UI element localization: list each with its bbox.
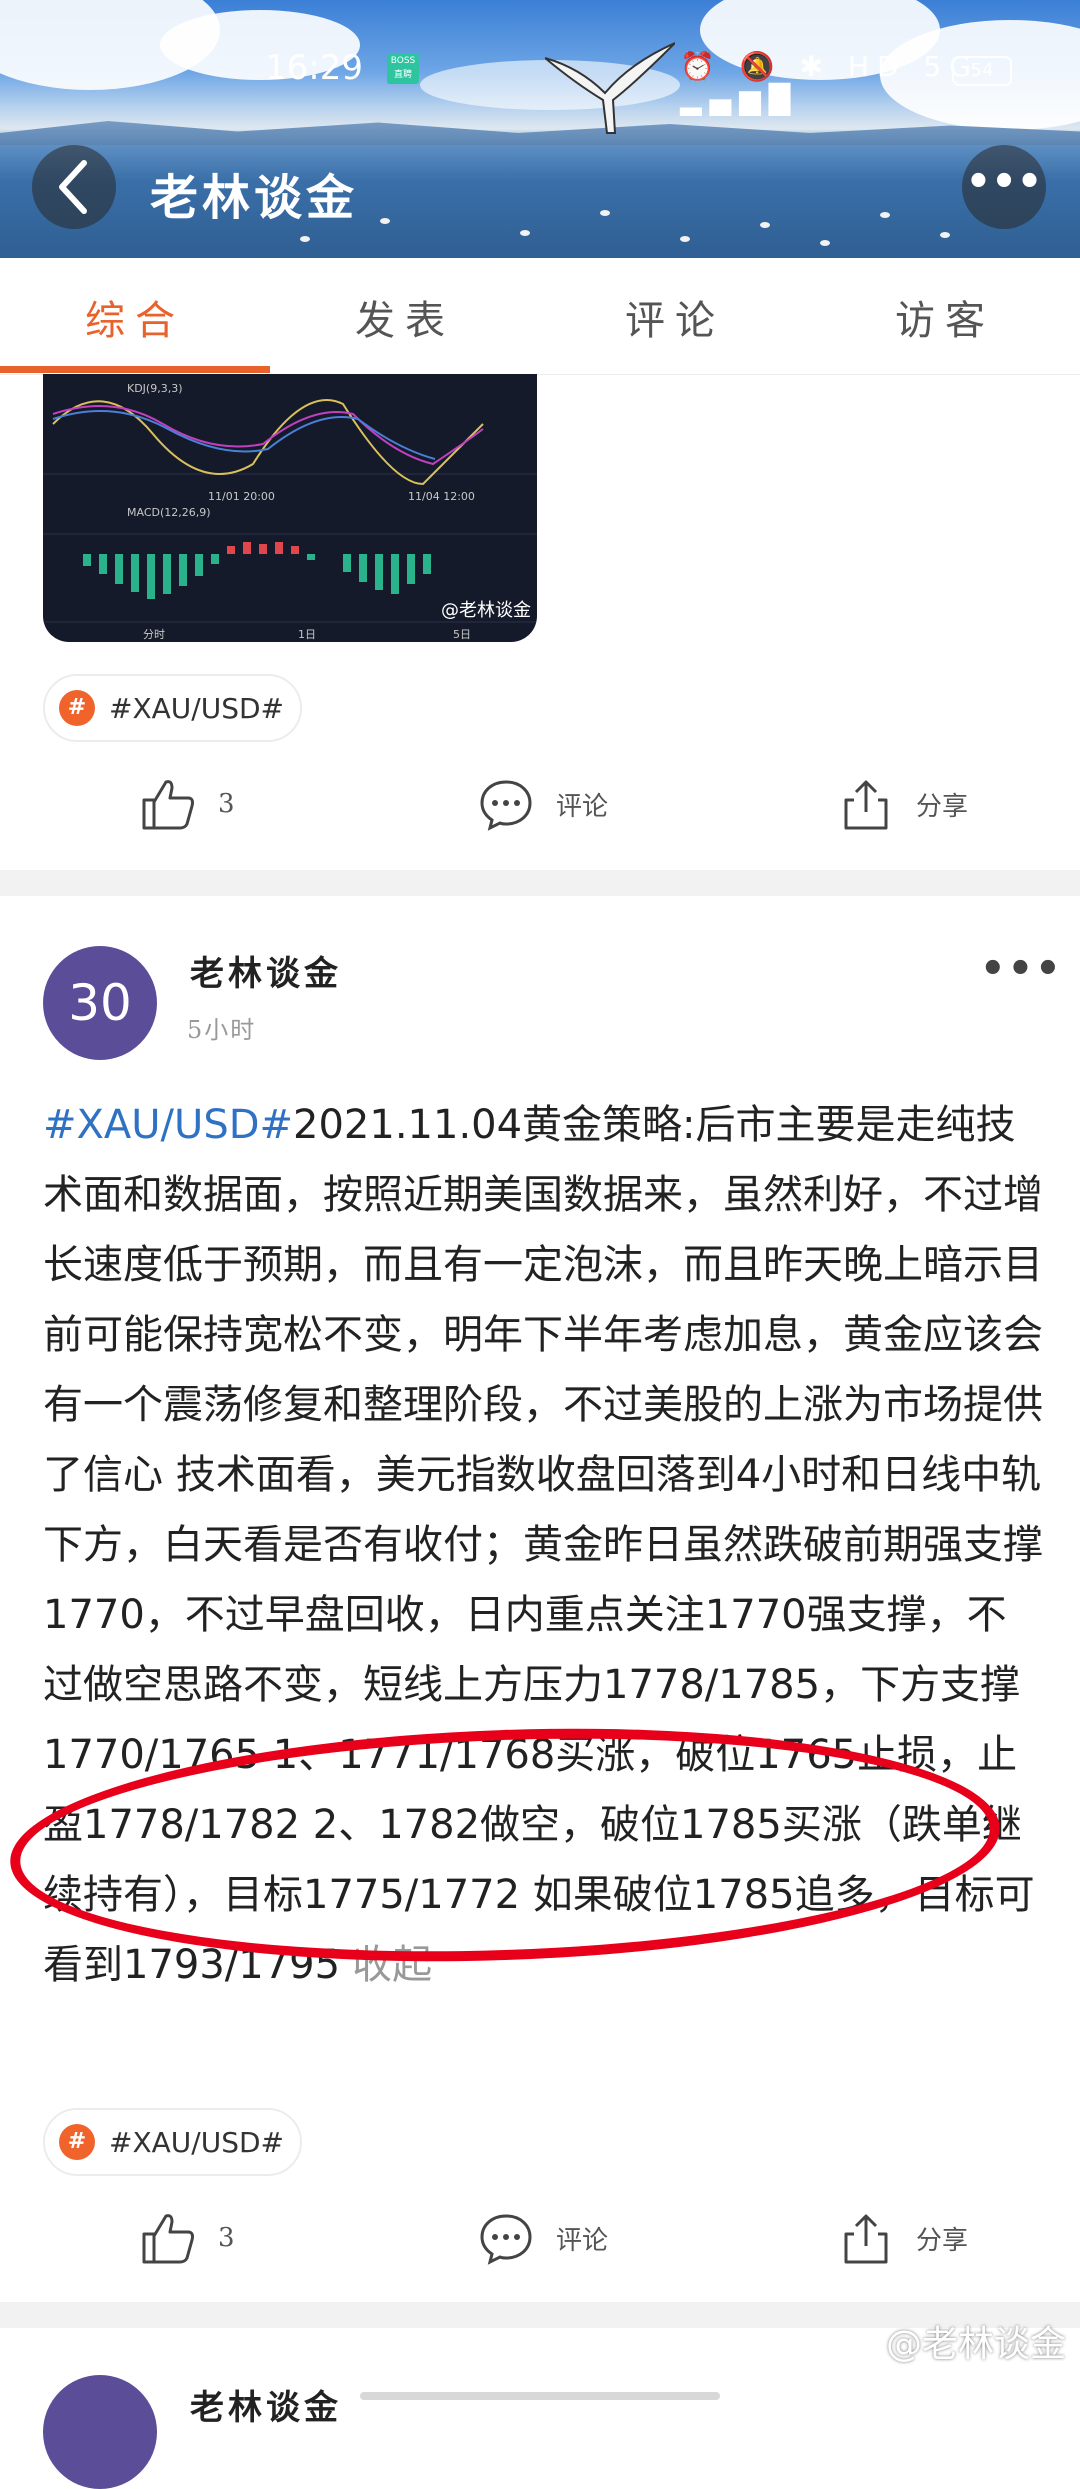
topic-tag[interactable]: # #XAU/USD# <box>43 674 303 742</box>
topic-tag-label: #XAU/USD# <box>109 691 285 725</box>
comment-label: 评论 <box>556 791 609 822</box>
share-button[interactable]: 分享 <box>838 2198 968 2278</box>
share-icon <box>844 2214 888 2264</box>
page-title: 老林谈金 <box>150 170 359 226</box>
like-count: 3 <box>218 789 235 819</box>
like-button[interactable]: 3 <box>140 2198 235 2278</box>
share-button[interactable]: 分享 <box>838 764 968 844</box>
status-time: 16:29 <box>265 48 363 88</box>
more-dots-icon: ••• <box>965 159 1043 205</box>
post-body: #XAU/USD#2021.11.04黄金策略:后市主要是走纯技术面和数据面，按… <box>43 1090 1043 2000</box>
tab-visitors[interactable]: 访客 <box>810 288 1080 346</box>
page-watermark: @老林谈金 <box>885 2324 1066 2365</box>
tab-bar: 综合 发表 评论 访客 <box>0 258 1080 375</box>
thumbs-up-icon <box>142 2214 194 2264</box>
share-label: 分享 <box>916 791 969 822</box>
comment-icon <box>480 780 532 831</box>
chart-tab-1d: 1日 <box>298 628 316 641</box>
status-bar: 16:29 BOSS 直聘 ⏰ 🔕 ✱ HD 5G ▂▄▆█ 54 <box>0 48 1080 116</box>
comment-button[interactable]: 评论 <box>478 764 608 844</box>
back-button[interactable] <box>32 145 116 229</box>
thumbs-up-icon <box>142 780 194 830</box>
chart-date-2: 11/04 12:00 <box>408 490 475 503</box>
tab-overview[interactable]: 综合 <box>0 288 270 346</box>
post-body-text: 2021.11.04黄金策略:后市主要是走纯技术面和数据面，按照近期美国数据来，… <box>43 1102 1043 1988</box>
header-banner: 16:29 BOSS 直聘 ⏰ 🔕 ✱ HD 5G ▂▄▆█ 54 老林谈金 •… <box>0 0 1080 258</box>
post-chart-image[interactable]: KDJ(9,3,3) MACD(12,26,9) 11/01 20:00 11/… <box>43 374 537 642</box>
author-name[interactable]: 老林谈金 <box>190 946 342 995</box>
more-button[interactable]: ••• <box>962 145 1046 229</box>
post-more-button[interactable]: ••• <box>980 946 1063 992</box>
share-label: 分享 <box>916 2225 969 2256</box>
chart-date-1: 11/01 20:00 <box>208 490 275 503</box>
macd-bars <box>83 542 431 599</box>
hash-icon: # <box>59 690 95 726</box>
like-count: 3 <box>218 2223 235 2253</box>
feed-divider <box>0 870 1080 896</box>
post-topic-link[interactable]: #XAU/USD# <box>43 1102 293 1148</box>
hash-icon: # <box>59 2124 95 2160</box>
battery-icon: 54 <box>952 56 1012 86</box>
like-button[interactable]: 3 <box>140 764 235 844</box>
boss-app-icon: BOSS 直聘 <box>387 54 419 84</box>
topic-tag[interactable]: # #XAU/USD# <box>43 2108 303 2176</box>
chevron-left-icon <box>59 160 87 214</box>
post-time: 5小时 <box>187 1016 257 1044</box>
comment-label: 评论 <box>556 2225 609 2256</box>
collapse-link[interactable]: 收起 <box>352 1942 432 1988</box>
gesture-bar <box>360 2392 720 2400</box>
status-icons: ⏰ 🔕 ✱ HD 5G ▂▄▆█ <box>680 50 979 116</box>
chart-tab-5d: 5日 <box>453 628 471 641</box>
share-icon <box>844 780 888 830</box>
author-avatar[interactable]: 30 <box>43 946 157 1060</box>
more-dots-icon: ••• <box>980 946 1063 992</box>
comment-icon <box>480 2214 532 2265</box>
tab-comments[interactable]: 评论 <box>540 288 810 346</box>
post-actions: 3 评论 分享 <box>0 764 1080 844</box>
chart-tab-intraday: 分时 <box>143 628 165 641</box>
chart-watermark: @老林谈金 <box>441 600 531 621</box>
next-author-name[interactable]: 老林谈金 <box>190 2380 342 2429</box>
next-author-avatar[interactable] <box>43 2375 157 2489</box>
tab-posts[interactable]: 发表 <box>270 288 540 346</box>
comment-button[interactable]: 评论 <box>478 2198 608 2278</box>
post-actions: 3 评论 分享 <box>0 2198 1080 2278</box>
topic-tag-label: #XAU/USD# <box>109 2125 285 2159</box>
active-tab-indicator <box>0 366 270 373</box>
macd-label: MACD(12,26,9) <box>127 506 211 519</box>
kdj-label: KDJ(9,3,3) <box>127 382 183 395</box>
